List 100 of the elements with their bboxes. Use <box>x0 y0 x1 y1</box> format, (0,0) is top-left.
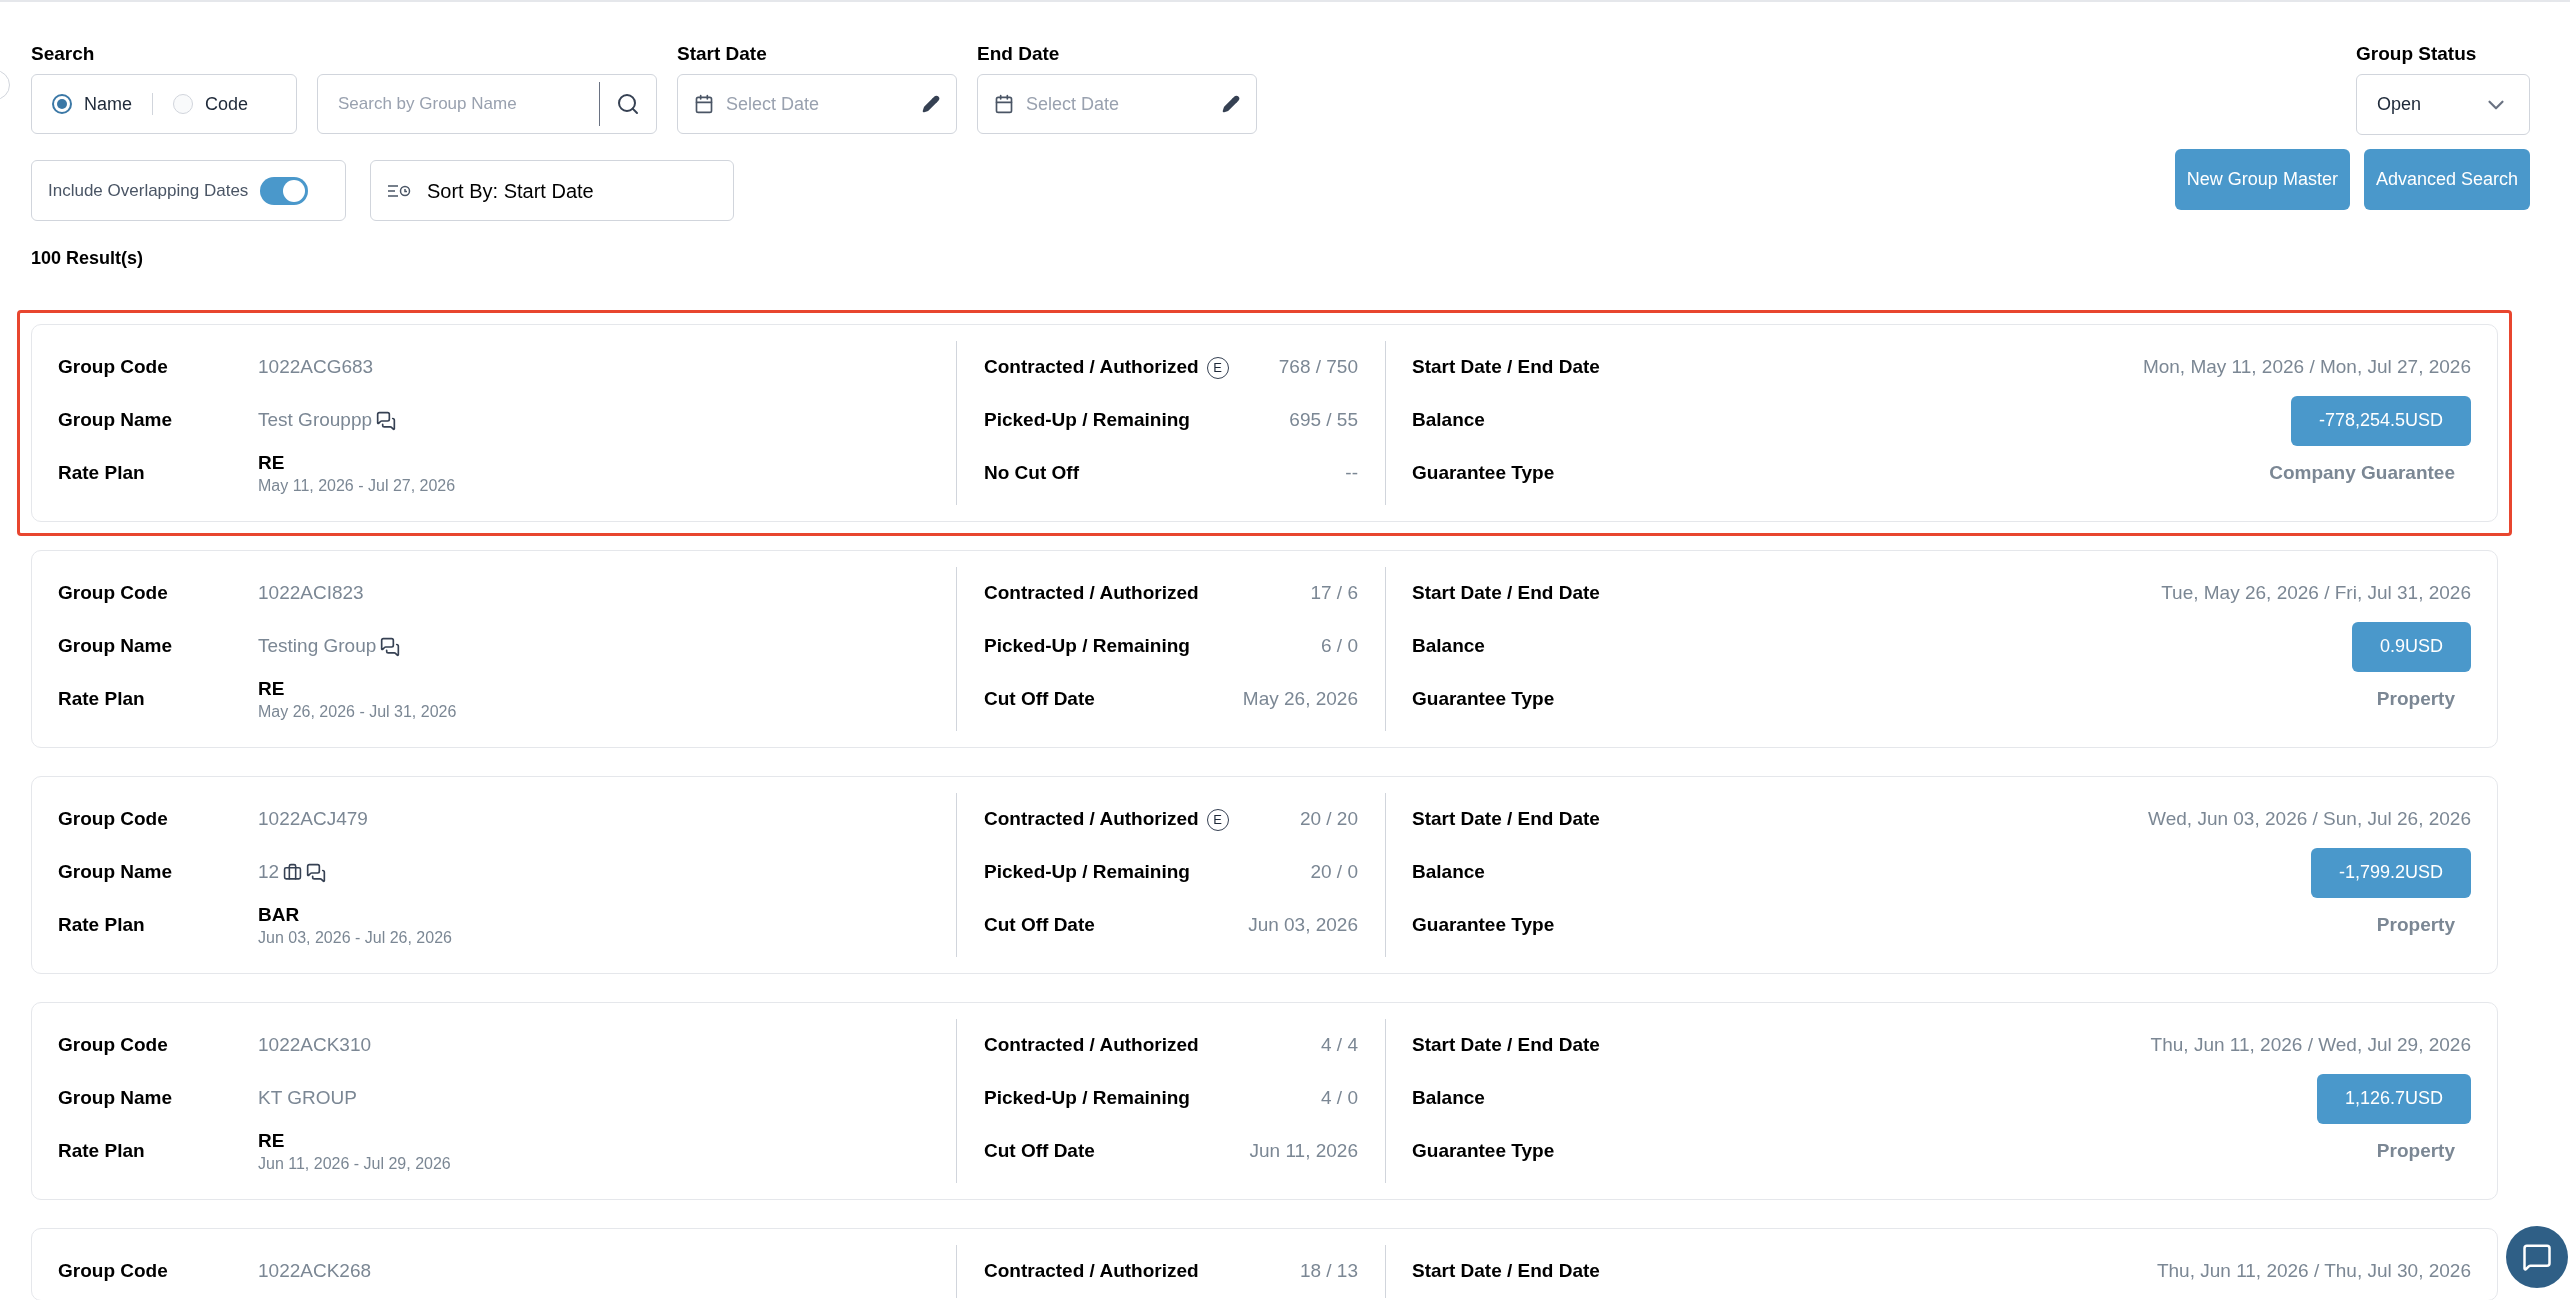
field-label: Guarantee Type <box>1412 687 1555 712</box>
field-label: Rate Plan <box>58 462 145 484</box>
date-input[interactable]: Select Date <box>1026 90 1210 118</box>
field-value: 12 <box>258 860 280 885</box>
field-label: Group Status <box>2356 42 2478 66</box>
field-label: Start Date / End Date <box>1412 581 1600 606</box>
field-value: Tue, May 26, 2026 / Fri, Jul 31, 2026 <box>2161 581 2471 606</box>
field-label: Start Date / End Date <box>1412 807 1600 832</box>
sort-clock-icon <box>387 183 411 198</box>
group-card[interactable] <box>31 776 2498 974</box>
rate-plan-dates: Jun 03, 2026 - Jul 26, 2026 <box>258 927 452 948</box>
rate-plan-code: RE <box>258 676 286 701</box>
status-dropdown[interactable]: Open <box>2356 74 2530 135</box>
rate-plan-dates: Jun 11, 2026 - Jul 29, 2026 <box>258 1153 451 1174</box>
field-value: Test Grouppp <box>258 408 373 433</box>
rate-plan-code: BAR <box>258 902 301 927</box>
balance-button[interactable]: -1,799.2USD <box>2310 847 2471 898</box>
field-label: Rate Plan <box>58 914 145 936</box>
field-label: Contracted / Authorized <box>984 1259 1199 1284</box>
edit-icon <box>922 95 940 113</box>
field-label: Start Date <box>677 42 768 66</box>
sort-button[interactable]: Sort By: Start Date <box>370 160 734 221</box>
calendar-icon <box>994 94 1014 114</box>
field-value: 4 / 4 <box>1321 1033 1358 1058</box>
date-input[interactable]: Select Date <box>726 90 910 118</box>
field-value: Mon, May 11, 2026 / Mon, Jul 27, 2026 <box>2142 355 2471 380</box>
field-value: Thu, Jun 11, 2026 / Wed, Jul 29, 2026 <box>2150 1033 2471 1058</box>
action-button[interactable]: Advanced Search <box>2363 149 2530 210</box>
balance-button[interactable]: 0.9USD <box>2351 621 2471 672</box>
toggle-label: Include Overlapping Dates <box>48 179 249 202</box>
field-value: Wed, Jun 03, 2026 / Sun, Jul 26, 2026 <box>2148 807 2471 832</box>
field-label: Contracted / Authorized <box>984 807 1199 832</box>
field-label: Group Code <box>58 808 168 830</box>
group-card[interactable] <box>31 550 2498 748</box>
field-label: Cut Off Date <box>984 1139 1095 1164</box>
field-value: May 26, 2026 <box>1242 687 1358 712</box>
field-value: Thu, Jun 11, 2026 / Thu, Jul 30, 2026 <box>2156 1259 2471 1284</box>
balance-button[interactable]: -778,254.5USD <box>2290 395 2471 446</box>
rate-plan-code: RE <box>258 450 286 475</box>
field-label: Balance <box>1412 408 1485 433</box>
edit-icon <box>1222 95 1240 113</box>
field-value: 20 / 20 <box>1299 807 1358 832</box>
field-value: 4 / 0 <box>1321 1086 1358 1111</box>
date-field[interactable]: Select Date <box>677 74 957 134</box>
search-input[interactable]: Search by Group Name <box>318 91 599 117</box>
field-value: 768 / 750 <box>1278 355 1358 380</box>
field-value: KT GROUP <box>258 1086 357 1111</box>
results-count: 100 Result(s) <box>31 247 145 270</box>
field-value: 1022ACG683 <box>258 355 374 380</box>
field-value: 17 / 6 <box>1310 581 1358 606</box>
field-label: Group Code <box>58 582 168 604</box>
chat-icon <box>2522 1242 2552 1272</box>
field-label: Balance <box>1412 634 1485 659</box>
radio-option[interactable]: Name <box>52 90 132 118</box>
field-label: Contracted / Authorized <box>984 581 1199 606</box>
field-label: End Date <box>977 42 1061 66</box>
field-label: Picked-Up / Remaining <box>984 408 1190 433</box>
field-value: Property <box>2376 1139 2456 1164</box>
field-label: Start Date / End Date <box>1412 1033 1600 1058</box>
group-card[interactable] <box>31 1002 2498 1200</box>
field-label: Group Code <box>58 1034 168 1056</box>
field-label: Cut Off Date <box>984 687 1095 712</box>
field-label: Balance <box>1412 1086 1485 1111</box>
field-value: Property <box>2376 913 2456 938</box>
field-label: Group Code <box>58 356 168 378</box>
search-icon <box>616 92 640 116</box>
search-field[interactable]: Search by Group Name <box>317 74 657 134</box>
field-value: Property <box>2376 687 2456 712</box>
field-value: 1022ACJ479 <box>258 807 368 832</box>
field-label: Rate Plan <box>58 688 145 710</box>
field-label: Guarantee Type <box>1412 1139 1555 1164</box>
rate-plan-code: RE <box>258 1128 286 1153</box>
field-value: 18 / 13 <box>1299 1259 1358 1284</box>
rate-plan-dates: May 26, 2026 - Jul 31, 2026 <box>258 701 457 722</box>
field-value: 1022ACK310 <box>258 1033 372 1058</box>
toggle-switch[interactable] <box>260 176 309 205</box>
radio-option[interactable]: Code <box>173 90 249 118</box>
field-label: Search <box>31 42 96 66</box>
field-label: Group Name <box>58 635 173 657</box>
field-label: Group Code <box>58 1260 168 1282</box>
field-value: Jun 03, 2026 <box>1248 913 1358 938</box>
field-value: Testing Group <box>258 634 377 659</box>
field-value: 20 / 0 <box>1310 860 1358 885</box>
field-label: Picked-Up / Remaining <box>984 634 1190 659</box>
field-value: 6 / 0 <box>1321 634 1358 659</box>
field-value: 1022ACK268 <box>258 1259 372 1284</box>
calendar-icon <box>694 94 714 114</box>
balance-button[interactable]: 1,126.7USD <box>2316 1073 2471 1124</box>
date-field[interactable]: Select Date <box>977 74 1257 134</box>
action-button[interactable]: New Group Master <box>2174 149 2350 210</box>
field-value: Company Guarantee <box>2269 461 2456 486</box>
field-value: -- <box>1345 461 1358 486</box>
field-value: Jun 11, 2026 <box>1249 1139 1358 1164</box>
field-label: Guarantee Type <box>1412 461 1555 486</box>
field-label: Picked-Up / Remaining <box>984 1086 1190 1111</box>
field-label: Cut Off Date <box>984 913 1095 938</box>
group-card[interactable]: Group Code 1022ACK268 Contracted / Authorized 18 / 13 Start Date / End Date Thu, Jun 11, 2026 / Thu, Jul 30, 2026 <box>31 1228 2498 1300</box>
field-label: No Cut Off <box>984 461 1079 486</box>
field-label: Guarantee Type <box>1412 913 1555 938</box>
field-label: Group Name <box>58 409 173 431</box>
